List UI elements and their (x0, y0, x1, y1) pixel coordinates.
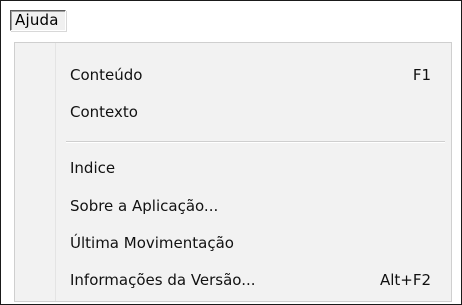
menu-bar: Ajuda (1, 1, 461, 35)
menu-item-label: Sobre a Aplicação... (70, 197, 219, 215)
menu-item-shortcut: F1 (412, 66, 431, 84)
menu-item-label: Contexto (70, 103, 138, 121)
menu-ajuda[interactable]: Ajuda (10, 10, 66, 31)
menu-item-label: Informações da Versão... (70, 271, 256, 289)
menu-item-ultima-movimentacao[interactable]: Última Movimentação (15, 225, 451, 261)
menu-separator (66, 141, 445, 143)
menu-item-label: Conteúdo (70, 66, 143, 84)
window-frame: Ajuda Conteúdo F1 Contexto Indice Sobre … (0, 0, 462, 305)
menu-item-contexto[interactable]: Contexto (15, 94, 451, 130)
ajuda-dropdown-menu: Conteúdo F1 Contexto Indice Sobre a Apli… (14, 42, 452, 302)
menu-item-label: Indice (70, 159, 116, 177)
menu-item-informacoes-versao[interactable]: Informações da Versão... Alt+F2 (15, 262, 451, 298)
menu-item-sobre-aplicacao[interactable]: Sobre a Aplicação... (15, 188, 451, 224)
menu-item-label: Última Movimentação (70, 234, 234, 252)
menu-item-shortcut: Alt+F2 (379, 271, 431, 289)
menu-item-conteudo[interactable]: Conteúdo F1 (15, 57, 451, 93)
menu-item-indice[interactable]: Indice (15, 150, 451, 186)
